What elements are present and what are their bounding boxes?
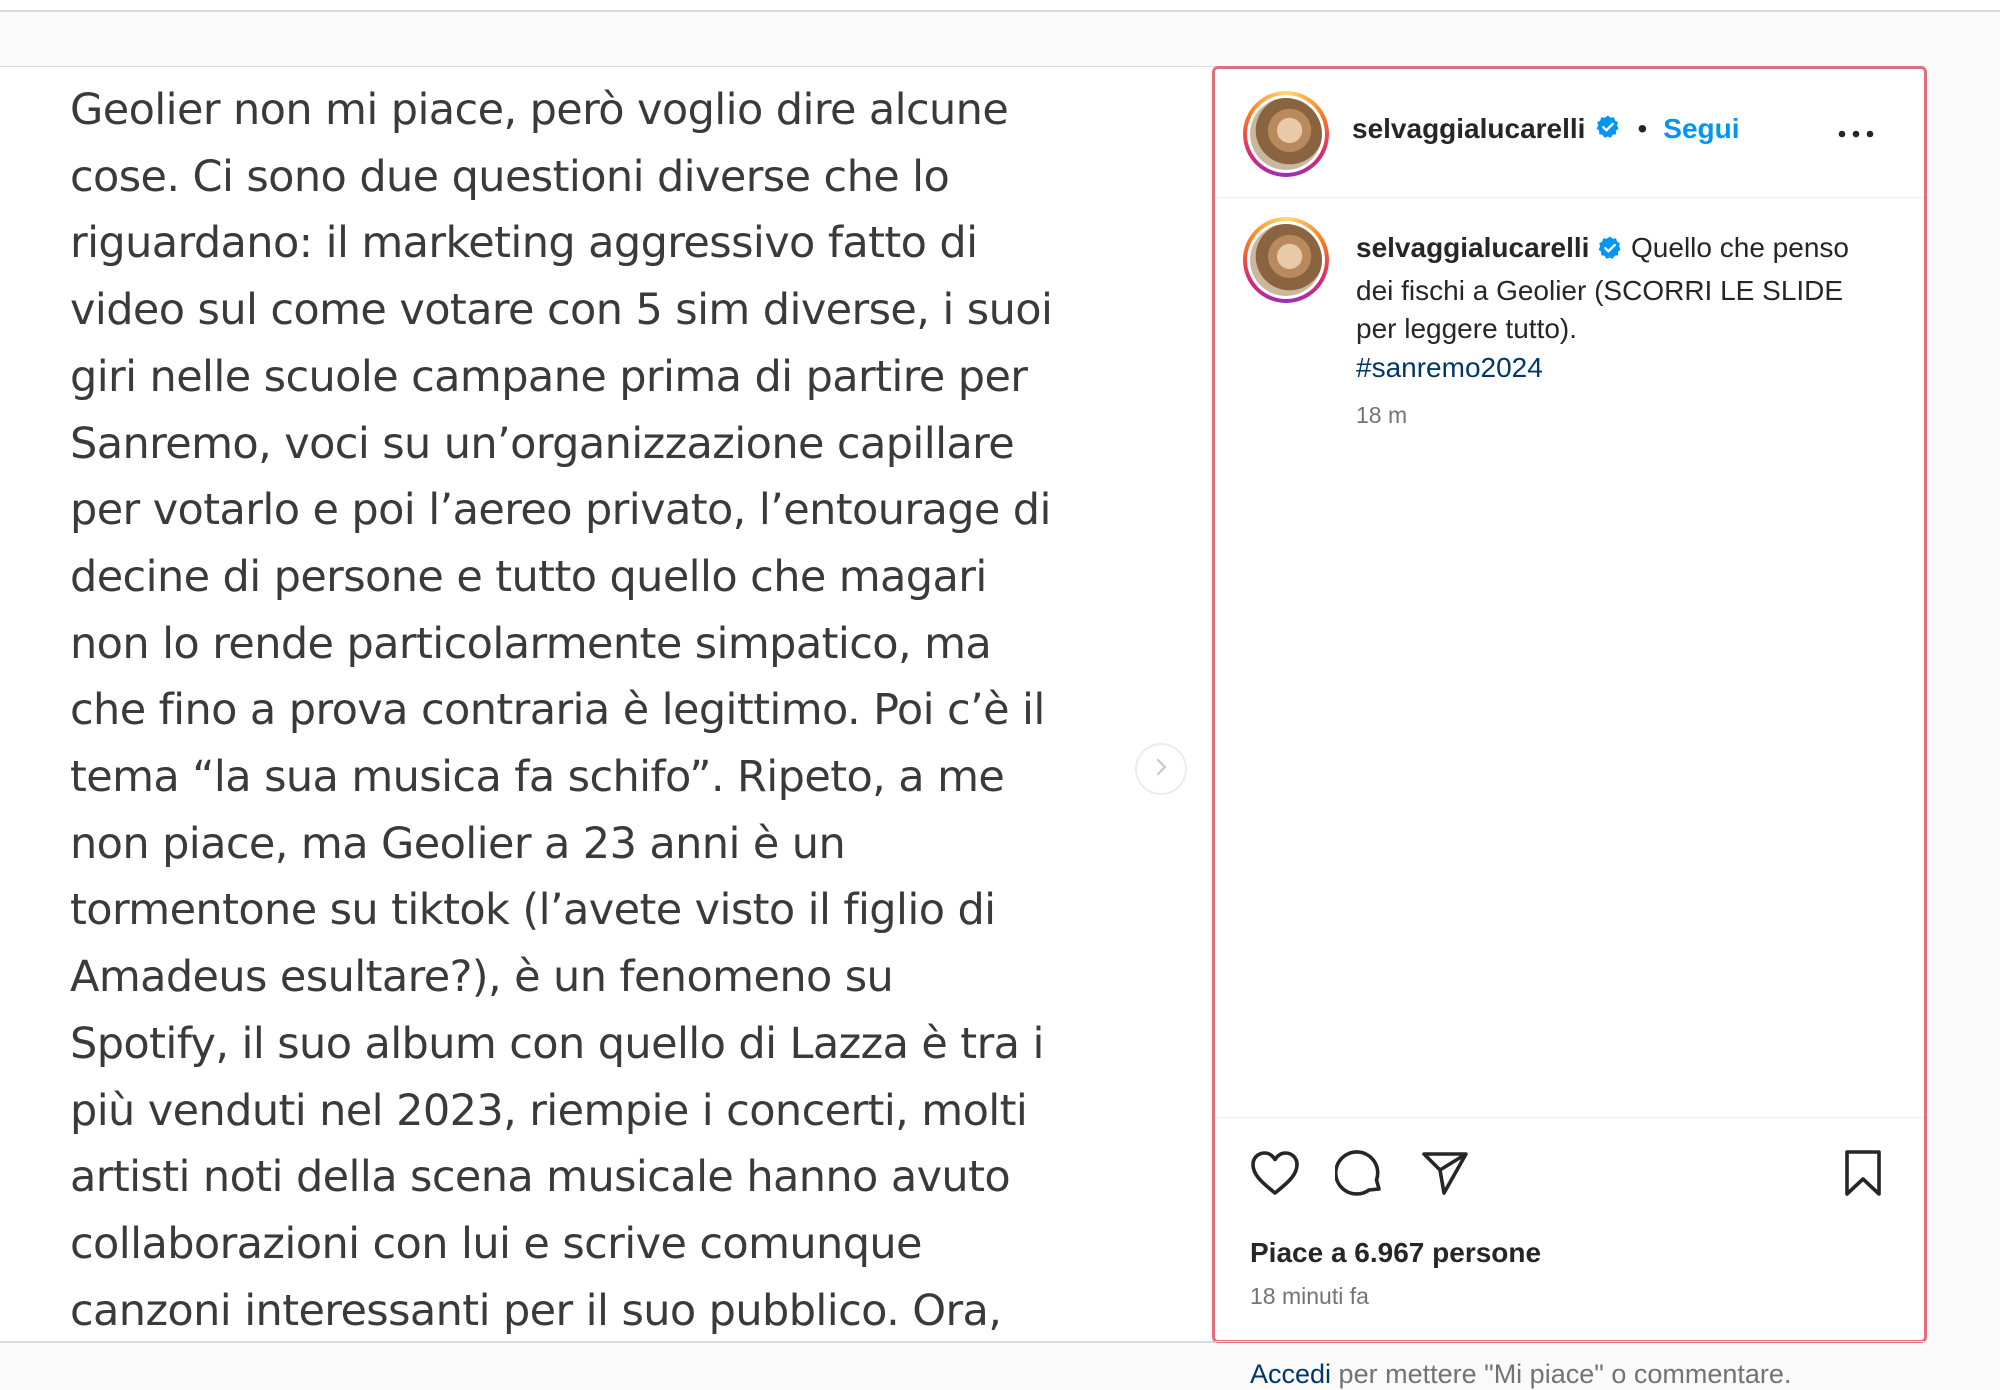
actions-divider xyxy=(1215,1117,1924,1118)
send-icon xyxy=(1420,1150,1470,1201)
more-horizontal-icon xyxy=(1838,125,1874,143)
login-prompt: Accedi per mettere "Mi piace" o commenta… xyxy=(1250,1359,1791,1390)
slide-text-line: decine di persone e tutto quello che mag… xyxy=(70,551,987,602)
bookmark-icon xyxy=(1843,1149,1883,1202)
like-button[interactable] xyxy=(1245,1145,1305,1205)
comment-button[interactable] xyxy=(1330,1145,1390,1205)
post-timestamp[interactable]: 18 minuti fa xyxy=(1250,1283,1369,1310)
slide-text-line: video sul come votare con 5 sim diverse,… xyxy=(70,285,1053,336)
caption-avatar[interactable] xyxy=(1243,217,1329,303)
comment-icon xyxy=(1333,1148,1385,1203)
slide-text-line: Geolier non mi piace, però voglio dire a… xyxy=(70,85,1009,135)
hashtag-link[interactable]: #sanremo2024 xyxy=(1356,352,1543,383)
slide-text-line: più venduti nel 2023, riempie i concerti… xyxy=(70,1085,1028,1136)
login-link[interactable]: Accedi xyxy=(1250,1359,1331,1389)
caption-timestamp[interactable]: 18 m xyxy=(1356,402,1407,429)
caption-text: selvaggialucarelli Quello che penso dei … xyxy=(1356,229,1876,387)
caption-username[interactable]: selvaggialucarelli xyxy=(1356,232,1589,263)
more-options-button[interactable] xyxy=(1831,119,1881,149)
verified-badge-icon xyxy=(1595,114,1621,145)
post-header: selvaggialucarelli • Segui xyxy=(1215,69,1924,198)
slide-text-line: giri nelle scuole campane prima di parti… xyxy=(70,351,1028,402)
save-button[interactable] xyxy=(1833,1145,1893,1205)
heart-icon xyxy=(1250,1150,1300,1201)
slide-text-line: artisti noti della scena musicale hanno … xyxy=(70,1152,1011,1203)
slide-text-line: Sanremo, voci su un’organizzazione capil… xyxy=(70,418,1015,469)
browser-top-strip xyxy=(0,0,2000,12)
slide-text-line: Spotify, il suo album con quello di Lazz… xyxy=(70,1018,1044,1069)
slide-text-line: Amadeus esultare?), è un fenomeno su xyxy=(70,952,894,1003)
login-prompt-text: per mettere "Mi piace" o commentare. xyxy=(1331,1359,1792,1389)
slide-text-line: collaborazioni con lui e scrive comunque xyxy=(70,1218,923,1269)
header-user-row: selvaggialucarelli • Segui xyxy=(1352,113,1740,145)
slide-text-line: che fino a prova contraria è legittimo. … xyxy=(70,685,1045,736)
avatar-image xyxy=(1250,98,1322,170)
header-username[interactable]: selvaggialucarelli xyxy=(1352,113,1585,145)
chevron-right-icon xyxy=(1150,756,1172,783)
instagram-post: Geolier non mi piace, però voglio dire a… xyxy=(0,66,1927,1389)
footer-divider xyxy=(1215,1341,1924,1342)
slide-text-line: riguardano: il marketing aggressivo fatt… xyxy=(70,218,978,269)
post-sidebar: selvaggialucarelli • Segui selvaggialuca… xyxy=(1212,66,1927,1389)
next-slide-button[interactable] xyxy=(1135,743,1187,795)
slide-text: Geolier non mi piace, però voglio dire a… xyxy=(70,77,1180,1341)
avatar[interactable] xyxy=(1243,91,1329,177)
slide-text-line: non piace, ma Geolier a 23 anni è un xyxy=(70,818,846,869)
caption-area: selvaggialucarelli Quello che penso dei … xyxy=(1215,197,1924,1117)
slide-text-line: canzoni interessanti per il suo pubblico… xyxy=(70,1285,1002,1336)
slide-text-line: non lo rende particolarmente simpatico, … xyxy=(70,618,992,669)
caption-avatar-image xyxy=(1250,224,1322,296)
verified-badge-icon xyxy=(1597,233,1623,272)
slide-text-line: per votarlo e poi l’aereo privato, l’ent… xyxy=(70,485,1051,536)
slide-text-line: cose. Ci sono due questioni diverse che … xyxy=(70,151,950,202)
likes-count[interactable]: Piace a 6.967 persone xyxy=(1250,1237,1541,1269)
slide-text-line: tormentone su tiktok (l’avete visto il f… xyxy=(70,885,996,936)
header-separator: • xyxy=(1637,113,1648,144)
follow-button[interactable]: Segui xyxy=(1663,113,1739,145)
share-button[interactable] xyxy=(1415,1145,1475,1205)
slide-text-line: tema “la sua musica fa schifo”. Ripeto, … xyxy=(70,752,1005,803)
post-media-slide: Geolier non mi piace, però voglio dire a… xyxy=(0,67,1212,1341)
